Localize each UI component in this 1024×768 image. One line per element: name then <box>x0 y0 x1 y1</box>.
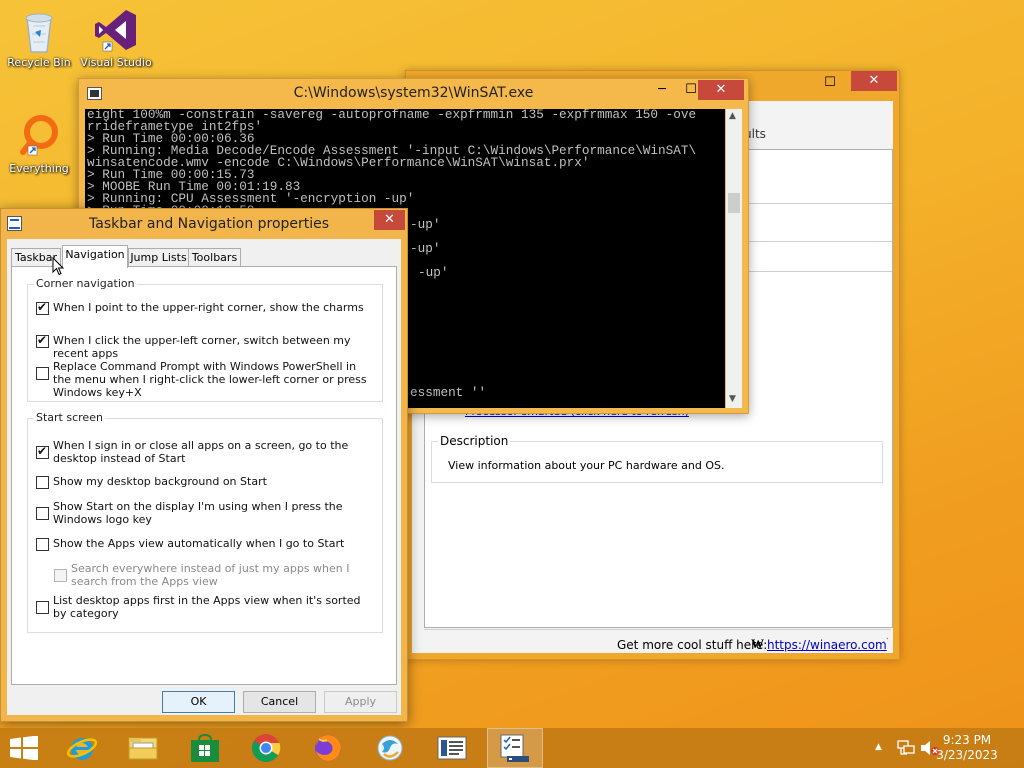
store-icon <box>191 734 219 762</box>
scroll-down-icon[interactable]: ▼ <box>729 394 736 404</box>
checkbox[interactable] <box>36 507 49 520</box>
taskbar-app-firefox[interactable] <box>300 728 356 768</box>
description-text: View information about your PC hardware … <box>448 459 725 472</box>
taskbar-app-system-info[interactable] <box>424 728 480 768</box>
close-button[interactable]: ✕ <box>851 71 897 91</box>
checkbox[interactable] <box>36 333 49 348</box>
option-label: When I point to the upper-right corner, … <box>53 301 364 314</box>
desktop-icon-label: Visual Studio <box>80 56 152 69</box>
folder-icon <box>128 737 158 760</box>
taskbar-app-internet-explorer[interactable] <box>54 728 110 768</box>
console-line-fragment: essment '' <box>410 385 487 400</box>
dialog-client: Taskbar Navigation Jump Lists Toolbars C… <box>7 239 401 715</box>
desktop-icon-recycle-bin[interactable]: Recycle Bin <box>1 6 77 69</box>
tab-jump-lists[interactable]: Jump Lists <box>128 248 189 267</box>
taskbar-app-taskbar-properties[interactable] <box>487 728 543 768</box>
console-line-fragment: -up' <box>410 241 441 256</box>
network-icon[interactable] <box>897 740 915 756</box>
taskbar-properties-icon <box>500 734 529 762</box>
desktop-icon-label: Recycle Bin <box>7 56 71 69</box>
apply-button[interactable]: Apply <box>324 691 397 713</box>
internet-explorer-icon <box>66 738 98 760</box>
option-label: Show my desktop background on Start <box>53 475 267 488</box>
option-label: When I sign in or close all apps on a sc… <box>53 439 349 465</box>
option-label: Search everywhere instead of just my app… <box>71 562 350 588</box>
taskbar-app-winaero-tweaker[interactable] <box>362 728 418 768</box>
console-scrollbar[interactable]: ▲ ▼ <box>726 109 742 408</box>
start-screen-group: Start screen When I sign in or close all… <box>27 411 383 633</box>
winaero-link[interactable]: https://winaero.com <box>767 638 887 652</box>
tab-navigation[interactable]: Navigation <box>62 245 128 268</box>
minimize-icon: ─ <box>658 82 666 97</box>
checkbox[interactable] <box>36 601 49 614</box>
group-label: Corner navigation <box>34 277 137 290</box>
close-button[interactable]: ✕ <box>374 210 405 230</box>
checkbox[interactable] <box>36 476 49 489</box>
ok-button[interactable]: OK <box>162 691 235 713</box>
checkbox[interactable] <box>36 367 49 380</box>
clock-date: 3/23/2023 <box>936 748 998 762</box>
recycle-bin-icon <box>15 6 63 54</box>
visual-studio-icon <box>92 6 140 54</box>
taskbar-app-store[interactable] <box>177 728 233 768</box>
description-group: Description View information about your … <box>431 434 883 483</box>
taskbar: ▲ 9:23 PM 3/23/2023 <box>0 728 1024 768</box>
group-label: Start screen <box>34 411 105 424</box>
cancel-button[interactable]: Cancel <box>243 691 316 713</box>
clock-time: 9:23 PM <box>942 733 992 747</box>
option-label: Show the Apps view automatically when I … <box>53 537 345 550</box>
navigation-tab-panel: Corner navigation When I point to the up… <box>11 266 397 685</box>
maximize-button[interactable]: ☐ <box>815 73 845 93</box>
footer-divider <box>424 629 891 630</box>
corner-navigation-group: Corner navigation When I point to the up… <box>27 277 383 402</box>
taskbar-app-chrome[interactable] <box>238 728 294 768</box>
winaero-logo-icon: W <box>751 636 764 651</box>
winaero-tweaker-icon <box>377 735 403 761</box>
desktop-icon-label: Everything <box>9 162 69 175</box>
option-label: Show Start on the display I'm using when… <box>53 500 343 526</box>
scroll-up-icon[interactable]: ▲ <box>729 111 736 121</box>
tab-toolbars[interactable]: Toolbars <box>188 248 241 267</box>
checkbox <box>54 569 67 582</box>
option-label: List desktop apps first in the Apps view… <box>53 594 361 620</box>
checkbox[interactable] <box>36 444 49 459</box>
close-icon: ✕ <box>715 82 727 97</box>
scroll-thumb[interactable] <box>728 193 740 213</box>
dialog-title: Taskbar and Navigation properties <box>89 216 330 232</box>
everything-search-icon <box>15 112 63 160</box>
firefox-icon <box>315 735 341 761</box>
option-label: When I click the upper-left corner, swit… <box>53 334 351 360</box>
windows-logo-icon <box>10 736 38 760</box>
checkbox[interactable] <box>36 538 49 551</box>
checkbox[interactable] <box>36 300 49 315</box>
mouse-cursor-icon <box>52 256 65 279</box>
description-label: Description <box>438 434 511 448</box>
taskbar-clock[interactable]: 9:23 PM 3/23/2023 <box>932 733 1002 763</box>
option-label: Replace Command Prompt with Windows Powe… <box>53 360 367 399</box>
minimize-button[interactable]: ─ <box>647 80 677 100</box>
resize-grip-icon[interactable]: ⋰ <box>879 637 889 649</box>
console-line-fragment: -up' <box>410 217 441 232</box>
desktop-icon-everything[interactable]: Everything <box>1 112 77 175</box>
start-button[interactable] <box>0 728 48 768</box>
system-info-icon <box>437 736 467 760</box>
dialog-app-icon <box>7 216 22 231</box>
taskbar-app-file-explorer[interactable] <box>115 728 171 768</box>
maximize-icon: ☐ <box>824 75 836 90</box>
footer-text: Get more cool stuff here: <box>617 638 768 652</box>
tray-overflow-icon[interactable]: ▲ <box>875 742 882 752</box>
console-line-fragment: -up' <box>418 265 449 280</box>
desktop-icon-visual-studio[interactable]: Visual Studio <box>78 6 154 69</box>
close-button[interactable]: ✕ <box>698 80 744 100</box>
close-icon: ✕ <box>868 73 880 88</box>
chrome-icon <box>252 734 281 762</box>
close-icon: ✕ <box>384 212 395 227</box>
taskbar-properties-dialog[interactable]: Taskbar and Navigation properties ✕ Task… <box>0 208 408 722</box>
maximize-icon: ☐ <box>685 82 697 97</box>
